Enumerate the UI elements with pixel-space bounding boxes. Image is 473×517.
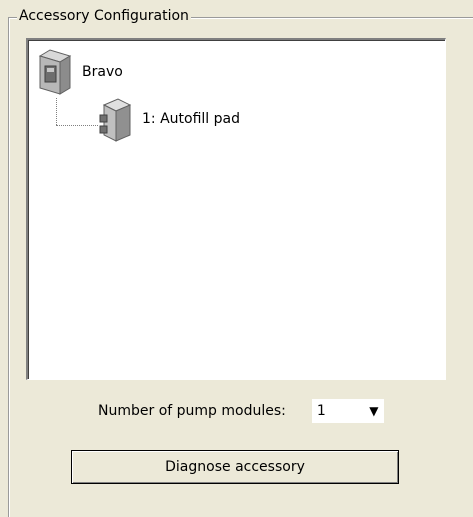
- tree-node-label: 1: Autofill pad: [142, 111, 240, 127]
- tree-node-autofill-pad[interactable]: 1: Autofill pad: [96, 95, 240, 143]
- pump-modules-value: 1: [316, 403, 326, 419]
- robot-base-icon: [38, 49, 72, 95]
- pump-modules-label: Number of pump modules:: [98, 403, 286, 419]
- group-title: Accessory Configuration: [17, 7, 191, 25]
- accessory-tree[interactable]: Bravo 1: Autofill pad: [26, 38, 446, 380]
- pump-module-icon: [99, 98, 132, 142]
- pump-modules-row: Number of pump modules: 1 ▼: [98, 398, 384, 424]
- tree-connector-vertical: [56, 98, 57, 125]
- chevron-down-icon[interactable]: ▼: [364, 399, 384, 423]
- tree-connector-horizontal: [56, 125, 98, 126]
- tree-node-bravo[interactable]: Bravo: [36, 48, 123, 96]
- tree-node-label: Bravo: [82, 64, 123, 80]
- diagnose-accessory-button[interactable]: Diagnose accessory: [71, 450, 399, 484]
- pump-modules-select[interactable]: 1 ▼: [311, 399, 384, 423]
